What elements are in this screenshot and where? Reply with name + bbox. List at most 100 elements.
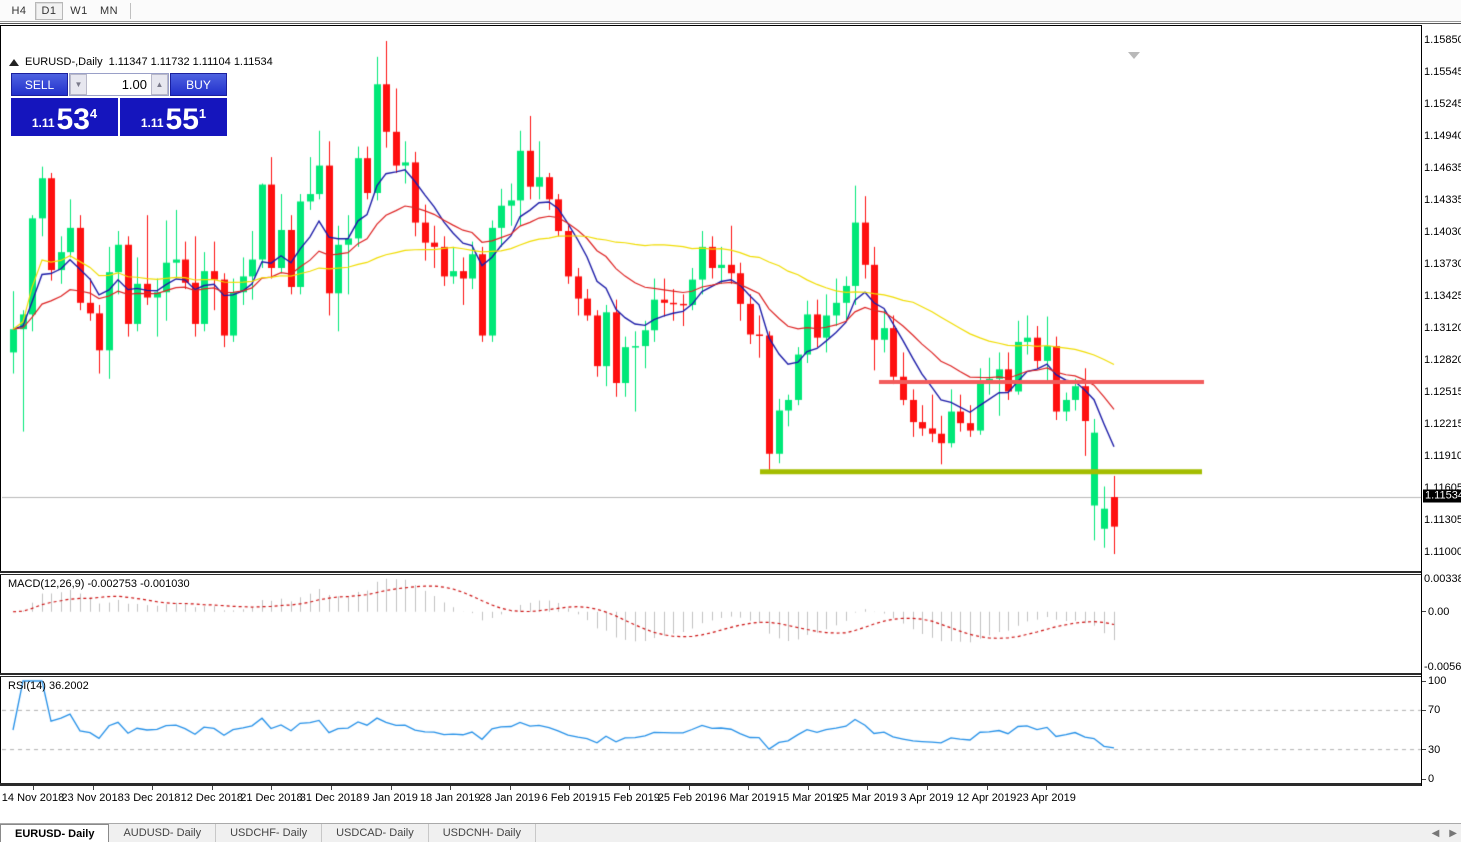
buy-price-tile[interactable]: 1.11 55 1 <box>120 98 227 136</box>
date-axis-label: 6 Mar 2019 <box>720 792 776 804</box>
chart-shift-marker-icon[interactable] <box>1128 52 1140 59</box>
date-axis-tick <box>987 786 988 790</box>
rsi-axis-tick: 0 <box>1422 773 1461 785</box>
macd-label: MACD(12,26,9) -0.002753 -0.001030 <box>8 578 190 590</box>
date-axis-label: 9 Jan 2019 <box>363 792 417 804</box>
tick-dash <box>1422 749 1426 750</box>
date-axis-label: 12 Apr 2019 <box>957 792 1016 804</box>
tick-dash <box>1422 779 1426 780</box>
volume-stepper: ▼ ▲ <box>69 73 169 96</box>
chart-tabs: EURUSD- DailyAUDUSD- DailyUSDCHF- DailyU… <box>0 824 536 842</box>
trading-platform-window: H4D1W1MN EURUSD-,Daily 1.11347 1.11732 1… <box>0 0 1461 842</box>
symbol-tab-usdcad[interactable]: USDCAD- Daily <box>322 824 429 842</box>
tab-scroll-left-icon[interactable]: ◀ <box>1432 828 1440 839</box>
price-axis-tick: 1.13120 <box>1422 322 1461 334</box>
date-axis-tick <box>629 786 630 790</box>
timeframe-button-h4[interactable]: H4 <box>5 2 33 20</box>
symbol-tab-eurusd[interactable]: EURUSD- Daily <box>0 824 109 842</box>
price-axis-tick: 1.13425 <box>1422 290 1461 302</box>
chart-ohlc-values: 1.11347 1.11732 1.11104 1.11534 <box>109 56 273 68</box>
sell-price-tile[interactable]: 1.11 53 4 <box>11 98 118 136</box>
buy-price-small: 1.11 <box>141 116 164 130</box>
price-axis-tick: 1.15245 <box>1422 98 1461 110</box>
macd-axis-tick: 0.00 <box>1422 606 1461 618</box>
rsi-label: RSI(14) 36.2002 <box>8 680 89 692</box>
date-axis-label: 14 Nov 2018 <box>2 792 64 804</box>
toolbar-separator <box>130 3 131 19</box>
rsi-axis-tick: 30 <box>1422 744 1461 756</box>
date-axis-tick <box>569 786 570 790</box>
price-axis-tick: 1.13730 <box>1422 258 1461 270</box>
volume-increase-button[interactable]: ▲ <box>151 74 168 95</box>
date-axis[interactable]: 14 Nov 201823 Nov 20183 Dec 201812 Dec 2… <box>0 786 1461 823</box>
date-axis-tick <box>927 786 928 790</box>
macd-canvas[interactable] <box>2 575 1422 673</box>
macd-axis-tick: -0.005663 <box>1422 661 1461 673</box>
volume-decrease-button[interactable]: ▼ <box>70 74 87 95</box>
price-axis-tick: 1.15545 <box>1422 66 1461 78</box>
tick-dash <box>1422 611 1426 612</box>
rsi-axis-tick: 100 <box>1422 675 1461 687</box>
date-axis-tick <box>510 786 511 790</box>
date-axis-tick <box>391 786 392 790</box>
symbol-tab-audusd[interactable]: AUDUSD- Daily <box>109 824 216 842</box>
symbol-tab-usdcnh[interactable]: USDCNH- Daily <box>429 824 536 842</box>
price-axis[interactable]: 1.15850 1.15545 1.15245 1.14940 1.14635 1.143… <box>1421 25 1461 786</box>
date-axis-label: 23 Apr 2019 <box>1017 792 1076 804</box>
tab-scroll-arrows: ◀ ▶ <box>1432 824 1457 842</box>
date-axis-label: 23 Nov 2018 <box>61 792 123 804</box>
price-axis-tick: 1.14940 <box>1422 130 1461 142</box>
price-axis-tick: 1.14030 <box>1422 226 1461 238</box>
buy-price-sup: 1 <box>199 106 206 121</box>
price-axis-tick: 1.12215 <box>1422 418 1461 430</box>
date-axis-tick <box>271 786 272 790</box>
date-axis-label: 25 Feb 2019 <box>658 792 720 804</box>
date-axis-tick <box>748 786 749 790</box>
date-axis-label: 25 Mar 2019 <box>837 792 899 804</box>
date-axis-label: 3 Dec 2018 <box>124 792 180 804</box>
chart-symbol-period: EURUSD-,Daily <box>25 56 103 68</box>
sell-price-small: 1.11 <box>32 116 55 130</box>
toolbar-underline <box>0 23 1461 24</box>
date-axis-tick <box>808 786 809 790</box>
date-axis-label: 31 Dec 2018 <box>300 792 362 804</box>
macd-axis-tick: 0.003383 <box>1422 573 1461 585</box>
symbol-tab-usdchf[interactable]: USDCHF- Daily <box>216 824 322 842</box>
date-axis-label: 12 Dec 2018 <box>181 792 243 804</box>
date-axis-tick <box>1046 786 1047 790</box>
volume-input[interactable] <box>87 74 151 95</box>
price-axis-tick: 1.14335 <box>1422 194 1461 206</box>
date-axis-tick <box>212 786 213 790</box>
date-axis-label: 28 Jan 2019 <box>480 792 541 804</box>
price-axis-tick: 1.11305 <box>1422 514 1461 526</box>
symbol-triangle-icon <box>9 59 19 66</box>
rsi-canvas[interactable] <box>2 677 1422 783</box>
timeframe-button-mn[interactable]: MN <box>95 2 123 20</box>
price-axis-tick: 1.15850 <box>1422 34 1461 46</box>
chart-tab-bar: EURUSD- DailyAUDUSD- DailyUSDCHF- DailyU… <box>0 823 1461 842</box>
main-chart-panel: EURUSD-,Daily 1.11347 1.11732 1.11104 1.… <box>0 25 1421 571</box>
date-axis-label: 15 Mar 2019 <box>777 792 839 804</box>
date-axis-tick <box>450 786 451 790</box>
rsi-axis-tick: 70 <box>1422 704 1461 716</box>
sell-button[interactable]: SELL <box>11 73 68 96</box>
date-axis-label: 21 Dec 2018 <box>240 792 302 804</box>
date-axis-tick <box>689 786 690 790</box>
timeframe-toolbar: H4D1W1MN <box>0 0 1461 22</box>
date-axis-tick <box>33 786 34 790</box>
price-axis-tick: 1.11000 <box>1422 546 1461 558</box>
price-axis-tick: 1.14635 <box>1422 162 1461 174</box>
timeframe-button-w1[interactable]: W1 <box>65 2 93 20</box>
price-axis-tick: 1.12820 <box>1422 354 1461 366</box>
buy-price-big: 55 <box>166 107 199 133</box>
sell-price-sup: 4 <box>90 106 97 121</box>
buy-button[interactable]: BUY <box>170 73 227 96</box>
tick-dash <box>1422 710 1426 711</box>
timeframe-button-d1[interactable]: D1 <box>35 2 63 20</box>
price-axis-tick: 1.11910 <box>1422 450 1461 462</box>
date-axis-tick <box>331 786 332 790</box>
date-axis-tick <box>93 786 94 790</box>
price-axis-tick: 1.12515 <box>1422 386 1461 398</box>
tab-scroll-right-icon[interactable]: ▶ <box>1449 828 1457 839</box>
date-axis-label: 6 Feb 2019 <box>542 792 598 804</box>
